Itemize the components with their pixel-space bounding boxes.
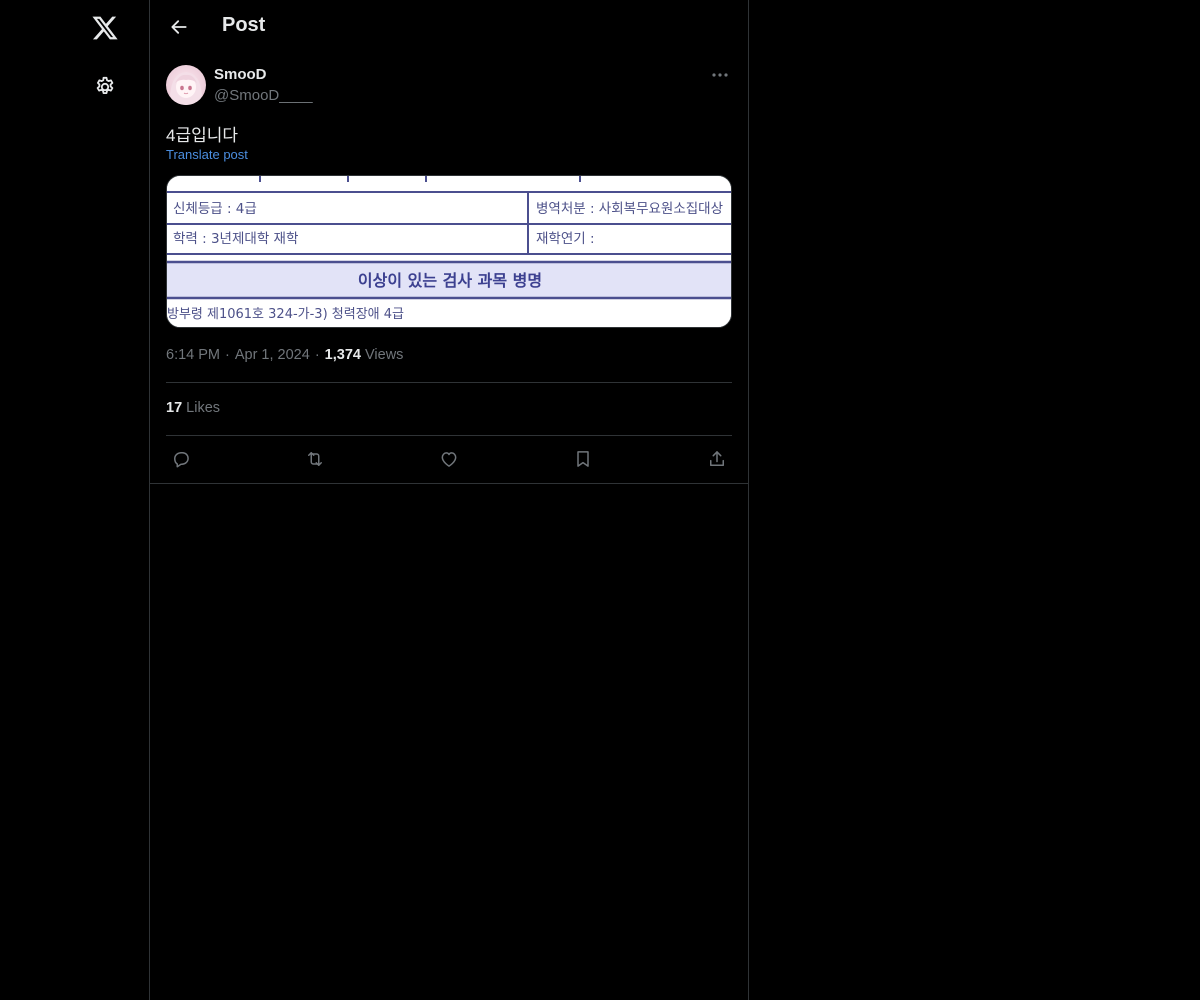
post-date[interactable]: Apr 1, 2024 (235, 347, 310, 363)
more-options-icon[interactable] (708, 64, 732, 86)
author-handle[interactable]: @SmooD____ (214, 87, 313, 104)
gear-icon[interactable] (85, 67, 125, 107)
left-navigation (0, 0, 149, 1000)
post-media-image[interactable]: 신체등급 : 4급 병역처분 : 사회복무요원소집대상 학력 : 3년제대학 재… (166, 175, 732, 328)
media-text-education: 학력 : 3년제대학 재학 (173, 231, 298, 247)
likes-count: 17 (166, 400, 183, 416)
likes-label: Likes (186, 400, 221, 416)
views-label: Views (365, 347, 404, 363)
translate-post-link[interactable]: Translate post (166, 147, 248, 162)
media-text-deferment: 재학연기 : (536, 231, 595, 247)
reply-icon[interactable] (166, 446, 196, 472)
heart-icon[interactable] (434, 446, 464, 472)
divider (166, 382, 732, 383)
page-title: Post (222, 14, 266, 36)
divider (150, 483, 748, 484)
repost-icon[interactable] (300, 446, 330, 472)
arrow-left-icon[interactable] (162, 10, 196, 44)
post-time[interactable]: 6:14 PM (166, 347, 220, 363)
post-metadata: 6:14 PM · Apr 1, 2024 · 1,374 Views (166, 347, 404, 363)
media-text-banner: 이상이 있는 검사 과목 병명 (358, 271, 542, 290)
post-actions (166, 446, 732, 472)
views-count: 1,374 (324, 347, 361, 363)
avatar[interactable] (166, 65, 206, 105)
post-text: 4급입니다 (166, 126, 239, 145)
share-icon[interactable] (702, 446, 732, 472)
likes-summary[interactable]: 17 Likes (166, 400, 220, 416)
primary-column: Post SmooD @SmooD____ 4급입니다 Translate po… (149, 0, 749, 1000)
media-text-physical-grade: 신체등급 : 4급 (173, 201, 257, 217)
bookmark-icon[interactable] (568, 446, 598, 472)
x-logo-icon[interactable] (85, 8, 125, 48)
author-name[interactable]: SmooD (214, 66, 267, 83)
page-header: Post (150, 0, 748, 54)
media-text-military-disposition: 병역처분 : 사회복무요원소집대상 (536, 201, 723, 217)
media-text-footer: 방부령 제1061호 324-가-3) 청력장애 4급 (167, 307, 404, 322)
divider (166, 435, 732, 436)
